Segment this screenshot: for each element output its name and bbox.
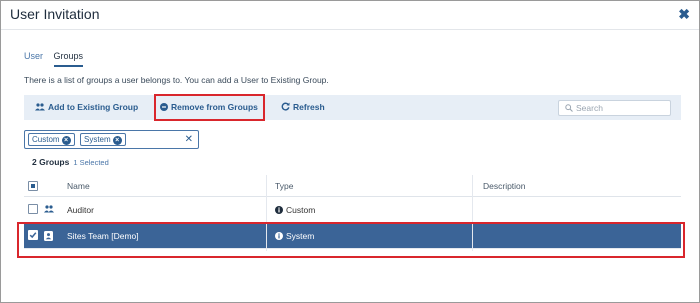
info-icon: [275, 206, 283, 214]
column-header-name[interactable]: Name: [67, 181, 90, 191]
remove-chip-icon[interactable]: ×: [112, 136, 122, 145]
refresh-icon: [281, 102, 290, 111]
close-icon[interactable]: ✖: [678, 6, 690, 23]
filter-chip-label: Custom: [32, 135, 60, 144]
row-type-label: Custom: [286, 205, 316, 215]
tab-groups[interactable]: Groups: [53, 51, 84, 67]
group-icon: [35, 103, 45, 111]
search-icon: [565, 104, 573, 112]
search-box: [558, 100, 671, 116]
clear-filters-icon[interactable]: ✕: [185, 134, 193, 145]
tab-bar: User Groups: [24, 51, 91, 67]
selected-count: 1 Selected: [73, 158, 109, 167]
filter-chip-system: System ×: [80, 133, 126, 146]
column-header-type[interactable]: Type: [275, 181, 293, 191]
add-to-existing-group-button[interactable]: Add to Existing Group: [35, 102, 138, 112]
group-count: 2 Groups 1 Selected: [32, 157, 109, 167]
tab-user[interactable]: User: [24, 51, 43, 61]
refresh-label: Refresh: [293, 102, 325, 112]
search-input[interactable]: [576, 102, 668, 114]
row-name: Auditor: [67, 205, 94, 215]
dialog-titlebar: User Invitation ✖: [1, 1, 699, 30]
refresh-button[interactable]: Refresh: [281, 102, 325, 112]
row-checkbox[interactable]: [28, 204, 38, 214]
user-invitation-dialog: User Invitation ✖ User Groups There is a…: [0, 0, 700, 303]
add-to-existing-group-label: Add to Existing Group: [48, 102, 139, 112]
table-row[interactable]: Auditor Custom: [24, 197, 681, 223]
column-header-description[interactable]: Description: [483, 181, 526, 191]
filter-tags-box[interactable]: Custom × System × ✕: [24, 130, 199, 149]
filter-chip-label: System: [84, 135, 111, 144]
remove-chip-icon[interactable]: ×: [61, 136, 71, 145]
row-type: Custom: [275, 205, 315, 215]
description-text: There is a list of groups a user belongs…: [24, 75, 329, 85]
highlight-box-remove-button: [154, 94, 265, 121]
dialog-title: User Invitation: [10, 6, 100, 22]
group-count-label: 2 Groups: [32, 157, 70, 167]
group-icon: [44, 205, 54, 213]
filter-chip-custom: Custom ×: [28, 133, 75, 146]
table-header: Name Type Description: [24, 175, 681, 197]
select-all-checkbox[interactable]: [28, 181, 38, 191]
highlight-box-selected-row: [17, 222, 685, 258]
